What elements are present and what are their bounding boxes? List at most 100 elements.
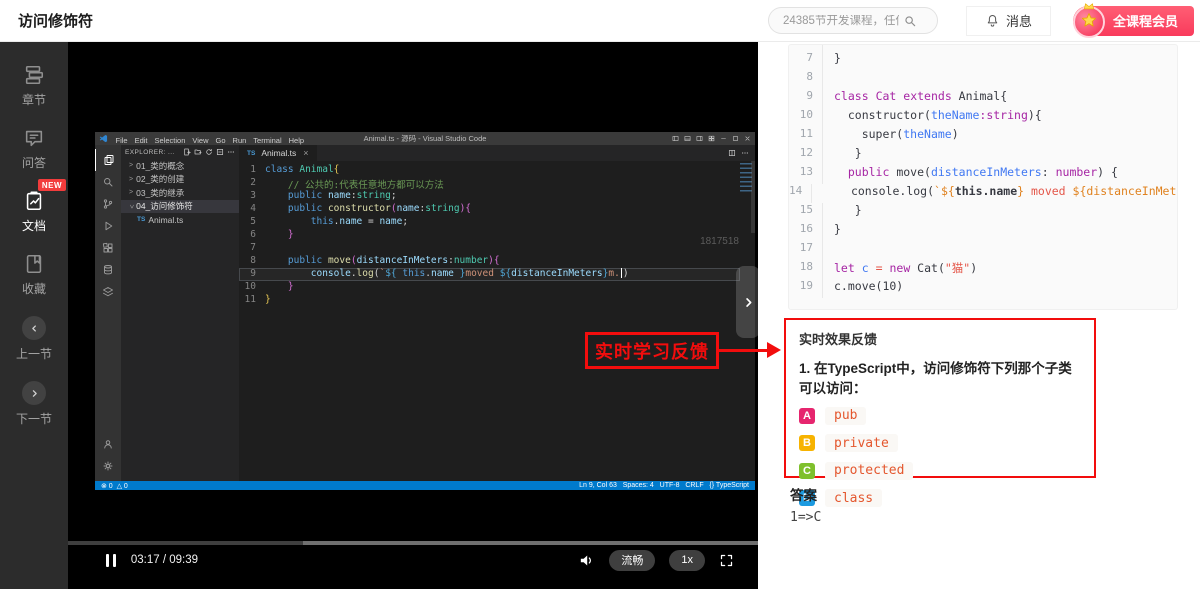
volume-icon[interactable] xyxy=(578,552,595,569)
chevron-right-icon xyxy=(740,294,757,311)
line-number: 9 xyxy=(250,268,256,279)
tree-item: >03_类的继承 xyxy=(121,186,239,200)
volume-icon xyxy=(578,552,595,569)
activity-account xyxy=(95,433,121,455)
fullscreen-icon[interactable] xyxy=(719,553,734,568)
quality-button[interactable]: 流畅 xyxy=(609,549,656,571)
line-number: 4 xyxy=(250,203,256,214)
tree-item-label: 01_类的概念 xyxy=(136,160,185,171)
doc-panel[interactable]: 67}89class Cat extends Animal{10 constru… xyxy=(758,42,1200,589)
chevron-right-icon xyxy=(28,387,41,400)
menu-view: View xyxy=(192,135,209,145)
more-icon xyxy=(227,148,235,156)
activity-layers xyxy=(95,281,121,303)
code-text: public move(distanceInMeters: number) { xyxy=(847,165,1118,179)
vscode-editor: TS Animal.ts × 1 class Animal{2 // 公共的:代表… xyxy=(239,145,755,481)
menu-edit: Edit xyxy=(134,135,148,145)
status-right: Ln 9, Col 63 Spaces: 4 UTF-8 CRLF {} Typ… xyxy=(579,482,749,489)
code-line: 10 constructor(theName:string){ xyxy=(789,108,1177,127)
search-icon[interactable] xyxy=(903,14,917,28)
chevron-right-icon: > xyxy=(129,162,134,170)
line-number: 13 xyxy=(789,165,823,184)
search-box[interactable] xyxy=(767,7,938,34)
video-watermark: 1817518 xyxy=(700,236,739,247)
line-number: 11 xyxy=(244,294,256,305)
sidebar-item-next[interactable]: 下一节 xyxy=(0,381,68,427)
menu-help: Help xyxy=(288,135,305,145)
code-text: constructor(theName:string){ xyxy=(834,108,1042,122)
code-text: let c = new Cat("猫") xyxy=(834,261,978,275)
line-number: 10 xyxy=(789,108,823,127)
code-text: console.log(`${ this.name }moved ${dista… xyxy=(310,268,629,279)
bell-icon xyxy=(985,13,1000,28)
vscode-window-title: Animal.ts - 源码 - Visual Studio Code xyxy=(363,134,487,143)
tree-item-label: 04_访问修饰符 xyxy=(136,201,193,212)
code-line: 2 // 公共的:代表任意地方都可以方法 xyxy=(239,177,755,191)
line-number: 7 xyxy=(789,51,823,70)
chevron-right-icon: > xyxy=(129,189,134,197)
search-input[interactable] xyxy=(768,14,903,27)
refresh-icon xyxy=(205,148,213,156)
line-number: 15 xyxy=(789,203,823,222)
vscode-titlebar: File Edit Selection View Go Run Terminal Help A… xyxy=(95,132,755,145)
code-text: public move(distanceInMeters:number){ xyxy=(287,255,500,266)
debug-icon xyxy=(102,220,114,232)
quiz-option-A: Apub xyxy=(799,406,1081,425)
page-title: 访问修饰符 xyxy=(18,13,94,30)
answer-value: 1=>C xyxy=(790,510,822,525)
expand-panel-button[interactable] xyxy=(736,266,760,338)
line-number: 10 xyxy=(244,281,256,292)
code-line: 16} xyxy=(789,222,1177,241)
messages-button[interactable]: 消息 xyxy=(965,5,1051,36)
quiz-box: 实时效果反馈 1. 在TypeScript中，访问修饰符下列那个子类可以访问： … xyxy=(784,318,1096,507)
code-line: 10 } xyxy=(239,281,755,294)
bell-icon xyxy=(985,13,1000,28)
code-line: 18 let c = new Cat("猫") xyxy=(789,260,1177,279)
wl4-icon xyxy=(708,135,715,142)
activity-files xyxy=(95,149,121,171)
code-text: console.log(`${this.name} moved ${distan… xyxy=(823,184,1177,198)
membership-button[interactable]: 全课程会员 xyxy=(1072,2,1194,38)
tree-item-label: Animal.ts xyxy=(148,214,184,225)
line-number: 17 xyxy=(789,241,823,260)
tree-item: TS Animal.ts xyxy=(121,213,239,227)
sidebar-item-label: 问答 xyxy=(21,156,46,170)
code-text: } xyxy=(834,222,841,236)
option-label: private xyxy=(825,434,898,452)
new-folder-icon xyxy=(194,148,202,156)
tree-item: >01_类的概念 xyxy=(121,159,239,173)
pause-button[interactable] xyxy=(106,553,116,567)
code-line: 9 console.log(`${ this.name }moved ${dis… xyxy=(239,268,740,281)
sidebar-item-docs[interactable]: NEW 文档 xyxy=(0,179,68,234)
quiz-title: 实时效果反馈 xyxy=(799,332,878,347)
code-line: 3 public name:string; xyxy=(239,190,755,203)
sidebar-item-favorites[interactable]: 收藏 xyxy=(0,253,68,297)
sidebar-item-qa[interactable]: 问答 xyxy=(0,127,68,171)
code-text: public constructor(name:string){ xyxy=(287,203,472,214)
vscode-explorer: EXPLORER: ... >01_类的概念 >02_类的创建 >03_类的继承 >0… xyxy=(121,145,239,481)
sidebar-item-prev[interactable]: 上一节 xyxy=(0,316,68,362)
code-line: 15 } xyxy=(789,203,1177,222)
typescript-file-icon: TS xyxy=(137,216,146,224)
code-line: 7} xyxy=(789,51,1177,70)
editor-tab-label: Animal.ts xyxy=(261,148,297,158)
chapters-icon xyxy=(23,64,45,86)
line-number: 12 xyxy=(789,146,823,165)
editor-tab: TS Animal.ts × xyxy=(239,145,317,161)
quiz-option-D: Dclass xyxy=(799,489,1081,507)
header-right: 消息 全课程会员 xyxy=(767,2,1200,38)
sidebar-item-chapters[interactable]: 章节 xyxy=(0,64,68,108)
code-text: } xyxy=(265,294,271,305)
search-icon xyxy=(102,176,114,188)
editor-scrollbar xyxy=(751,161,755,233)
option-label: pub xyxy=(825,406,867,425)
speed-button[interactable]: 1x xyxy=(669,549,705,571)
typescript-file-icon: TS xyxy=(247,149,256,157)
sidebar-item-label: 文档 xyxy=(21,219,46,233)
video-player[interactable]: File Edit Selection View Go Run Terminal Help A… xyxy=(68,42,760,589)
sidebar-item-label: 收藏 xyxy=(21,282,46,296)
tree-item-label: 02_类的创建 xyxy=(136,174,185,185)
line-number: 18 xyxy=(789,260,823,279)
line-number: 7 xyxy=(250,242,256,253)
star-icon xyxy=(1079,11,1099,31)
